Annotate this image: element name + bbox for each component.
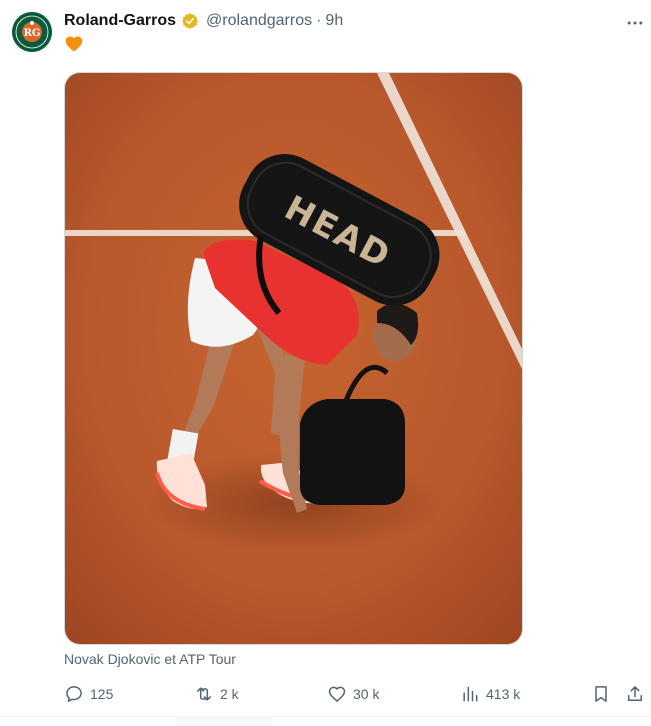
reply-button[interactable]: 125 xyxy=(64,680,113,708)
tweet-text xyxy=(64,34,84,60)
tweet-time[interactable]: 9h xyxy=(325,12,343,30)
views-button[interactable]: 413 k xyxy=(460,680,520,708)
more-options-icon[interactable] xyxy=(622,10,648,36)
retweet-icon xyxy=(197,687,211,701)
author-handle[interactable]: @rolandgarros xyxy=(206,12,312,30)
views-icon xyxy=(463,686,478,702)
tweet[interactable]: RG Roland-Garros @rolandgarros · 9h HEAD… xyxy=(0,0,651,726)
bookmark-icon xyxy=(595,686,607,702)
tweet-header: Roland-Garros @rolandgarros · 9h xyxy=(64,10,343,32)
retweet-count: 2 k xyxy=(220,686,239,702)
tweet-photo[interactable]: HEAD xyxy=(64,72,523,645)
photo-caption[interactable]: Novak Djokovic et ATP Tour xyxy=(64,651,236,667)
author-name[interactable]: Roland-Garros xyxy=(64,12,176,30)
view-count: 413 k xyxy=(486,686,521,702)
separator-dot: · xyxy=(316,12,322,29)
bookmark-button[interactable] xyxy=(591,680,611,708)
verified-icon[interactable] xyxy=(181,12,199,30)
orange-heart-icon xyxy=(64,34,84,54)
djokovic-clay-photo: HEAD xyxy=(65,73,522,644)
share-icon xyxy=(628,686,642,701)
reply-icon xyxy=(66,686,82,703)
reply-count: 125 xyxy=(90,686,114,702)
action-bar: 125 2 k 30 k 413 k xyxy=(64,680,651,708)
like-count: 30 k xyxy=(353,686,380,702)
roland-garros-logo-icon: RG xyxy=(12,12,52,52)
like-icon xyxy=(328,686,346,703)
retweet-button[interactable]: 2 k xyxy=(194,680,239,708)
divider xyxy=(0,716,651,717)
svg-text:RG: RG xyxy=(24,28,41,39)
avatar[interactable]: RG xyxy=(12,12,52,52)
share-button[interactable] xyxy=(625,680,645,708)
like-button[interactable]: 30 k xyxy=(327,680,379,708)
